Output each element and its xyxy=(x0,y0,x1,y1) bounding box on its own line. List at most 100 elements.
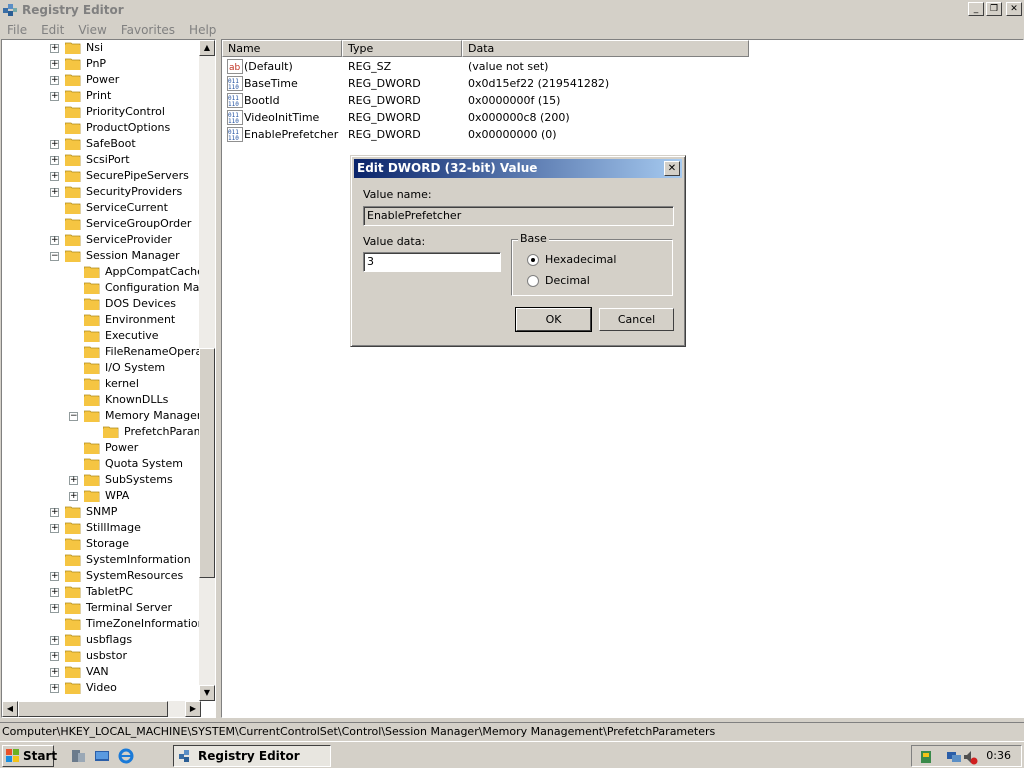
expand-icon[interactable]: + xyxy=(50,524,59,533)
tree-vertical-scrollbar[interactable]: ▲ ▼ xyxy=(199,40,215,701)
tree-node[interactable]: AppCompatCache xyxy=(2,264,204,280)
tree-node[interactable]: + StillImage xyxy=(2,520,201,536)
tree-node[interactable]: ServiceGroupOrder xyxy=(2,216,201,232)
show-desktop-icon[interactable] xyxy=(94,748,110,764)
tree-node[interactable]: TimeZoneInformation xyxy=(2,616,205,632)
tree-node[interactable]: + usbstor xyxy=(2,648,201,664)
expand-icon[interactable]: + xyxy=(69,476,78,485)
menu-view[interactable]: View xyxy=(71,23,113,37)
restore-button[interactable]: ❐ xyxy=(986,2,1002,16)
menu-favorites[interactable]: Favorites xyxy=(114,23,182,37)
value-row[interactable]: 011 110 BootId REG_DWORD 0x0000000f (15) xyxy=(222,92,1002,109)
scroll-thumb[interactable] xyxy=(199,348,215,578)
tree-node[interactable]: KnownDLLs xyxy=(2,392,201,408)
start-button[interactable]: Start xyxy=(2,745,57,767)
value-row[interactable]: 011 110 BaseTime REG_DWORD 0x0d15ef22 (21954… xyxy=(222,75,1002,92)
tree-node[interactable]: + Power xyxy=(2,72,201,88)
tree-horizontal-scrollbar[interactable]: ◀ ▶ xyxy=(2,701,201,717)
server-manager-icon[interactable] xyxy=(70,748,86,764)
column-header-name[interactable]: Name xyxy=(222,40,342,57)
expand-icon[interactable]: + xyxy=(50,684,59,693)
tree-node[interactable]: ServiceCurrent xyxy=(2,200,201,216)
expand-icon[interactable]: + xyxy=(50,188,59,197)
tree-node[interactable]: Configuration Mana xyxy=(2,280,213,296)
tree-node[interactable]: Power xyxy=(2,440,201,456)
expand-icon[interactable]: + xyxy=(50,76,59,85)
expand-icon[interactable]: + xyxy=(50,60,59,69)
cancel-button[interactable]: Cancel xyxy=(599,308,674,331)
menu-help[interactable]: Help xyxy=(182,23,223,37)
expand-icon[interactable]: + xyxy=(50,636,59,645)
scroll-right-button[interactable]: ▶ xyxy=(185,701,201,717)
expand-icon[interactable]: + xyxy=(50,572,59,581)
ok-button[interactable]: OK xyxy=(515,307,592,332)
expand-icon[interactable]: + xyxy=(50,604,59,613)
value-row[interactable]: 011 110 EnablePrefetcher REG_DWORD 0x0000000… xyxy=(222,126,1002,143)
tray-app-icon[interactable] xyxy=(918,749,934,765)
expand-icon[interactable]: + xyxy=(50,44,59,53)
tree-node[interactable]: Executive xyxy=(2,328,201,344)
close-button[interactable]: ✕ xyxy=(1006,2,1022,16)
tree-node[interactable]: + SafeBoot xyxy=(2,136,201,152)
tree-node[interactable]: + ScsiPort xyxy=(2,152,201,168)
tree-node[interactable]: ProductOptions xyxy=(2,120,201,136)
hexadecimal-radio[interactable] xyxy=(527,254,539,266)
tree-node[interactable]: PrefetchParame xyxy=(2,424,211,440)
expand-icon[interactable]: + xyxy=(50,236,59,245)
menu-file[interactable]: File xyxy=(0,23,34,37)
taskbar-registry-editor-button[interactable]: Registry Editor xyxy=(173,745,331,767)
expand-icon[interactable]: + xyxy=(50,92,59,101)
volume-muted-icon[interactable] xyxy=(962,749,978,765)
column-header-type[interactable]: Type xyxy=(342,40,462,57)
expand-icon[interactable]: + xyxy=(50,652,59,661)
internet-explorer-icon[interactable] xyxy=(118,748,134,764)
decimal-radio[interactable] xyxy=(527,275,539,287)
collapse-icon[interactable]: − xyxy=(69,412,78,421)
tree-node[interactable]: + ServiceProvider xyxy=(2,232,201,248)
tree-node[interactable]: + Video xyxy=(2,680,201,696)
collapse-icon[interactable]: − xyxy=(50,252,59,261)
tree-node[interactable]: SystemInformation xyxy=(2,552,201,568)
tree-node[interactable]: + WPA xyxy=(2,488,201,504)
tree-node[interactable]: + SecurePipeServers xyxy=(2,168,201,184)
registry-tree[interactable]: + Nsi + PnP + Power + Print PriorityControl Produ… xyxy=(1,39,216,718)
tree-node[interactable]: + SNMP xyxy=(2,504,201,520)
tree-node[interactable]: + Nsi xyxy=(2,40,201,56)
tree-node[interactable]: Quota System xyxy=(2,456,201,472)
menu-edit[interactable]: Edit xyxy=(34,23,71,37)
values-list[interactable]: Name Type Data ab (Default) REG_SZ (value n… xyxy=(221,39,1024,718)
tree-node[interactable]: FileRenameOperatio xyxy=(2,344,215,360)
tree-node[interactable]: + VAN xyxy=(2,664,201,680)
network-icon[interactable] xyxy=(946,749,962,765)
value-row[interactable]: 011 110 VideoInitTime REG_DWORD 0x000000c8 (… xyxy=(222,109,1002,126)
tree-node[interactable]: − Session Manager xyxy=(2,248,201,264)
value-data-input[interactable]: 3 xyxy=(363,252,501,272)
column-header-data[interactable]: Data xyxy=(462,40,749,57)
tree-node[interactable]: Environment xyxy=(2,312,201,328)
tree-node[interactable]: + SubSystems xyxy=(2,472,201,488)
dialog-close-button[interactable]: ✕ xyxy=(664,161,680,176)
tree-node[interactable]: DOS Devices xyxy=(2,296,201,312)
tree-node[interactable]: I/O System xyxy=(2,360,201,376)
horizontal-scroll-thumb[interactable] xyxy=(18,701,168,717)
tree-node[interactable]: PriorityControl xyxy=(2,104,201,120)
value-row[interactable]: ab (Default) REG_SZ (value not set) xyxy=(222,58,1002,75)
tree-node[interactable]: kernel xyxy=(2,376,201,392)
tree-node[interactable]: + Terminal Server xyxy=(2,600,201,616)
scroll-down-button[interactable]: ▼ xyxy=(199,685,215,701)
tree-node[interactable]: + Print xyxy=(2,88,201,104)
scroll-left-button[interactable]: ◀ xyxy=(2,701,18,717)
expand-icon[interactable]: + xyxy=(50,156,59,165)
expand-icon[interactable]: + xyxy=(50,508,59,517)
tree-node[interactable]: − Memory Manageme xyxy=(2,408,214,424)
expand-icon[interactable]: + xyxy=(69,492,78,501)
expand-icon[interactable]: + xyxy=(50,588,59,597)
minimize-button[interactable]: _ xyxy=(968,2,984,16)
tree-node[interactable]: + TabletPC xyxy=(2,584,201,600)
expand-icon[interactable]: + xyxy=(50,140,59,149)
tree-node[interactable]: + PnP xyxy=(2,56,201,72)
tree-node[interactable]: Storage xyxy=(2,536,201,552)
scroll-up-button[interactable]: ▲ xyxy=(199,40,215,56)
tree-node[interactable]: + usbflags xyxy=(2,632,201,648)
tree-node[interactable]: + SecurityProviders xyxy=(2,184,201,200)
